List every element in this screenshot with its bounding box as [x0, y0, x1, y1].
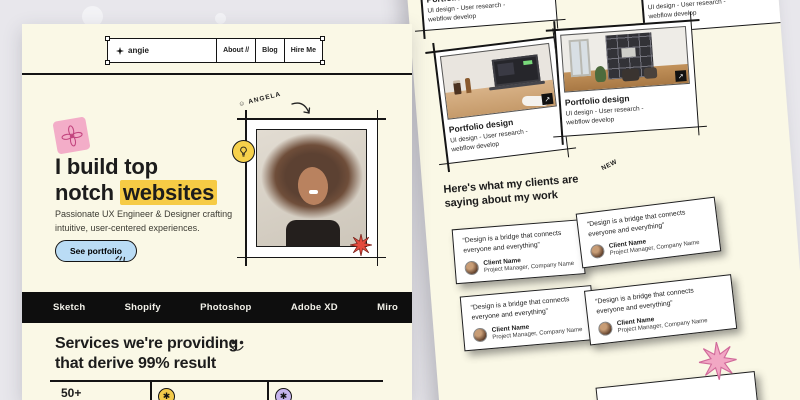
plant	[594, 66, 606, 83]
selection-handle[interactable]	[105, 60, 110, 65]
nav-item-blog-label: Blog	[262, 47, 278, 54]
services-heading-line2: that derive 99% result	[55, 355, 216, 372]
hero-title: I build top notch websites	[55, 154, 217, 205]
nav-item-about-label: About //	[223, 47, 249, 54]
lightbulb-badge	[232, 140, 255, 163]
skill-sketch: Sketch	[53, 302, 85, 313]
smiley-icon	[229, 340, 246, 353]
hero-title-line2: notch	[55, 180, 114, 205]
testimonial-card: “Design is a bridge that connects everyo…	[460, 285, 596, 352]
skill-adobexd: Adobe XD	[291, 302, 338, 313]
testimonial-author: Client Name Project Manager, Company Nam…	[464, 253, 575, 276]
header-divider	[22, 73, 412, 75]
skill-shopify: Shopify	[125, 302, 161, 313]
testimonial-quote: “Design is a bridge that connects everyo…	[470, 294, 583, 324]
selection-handle[interactable]	[105, 36, 110, 41]
frame-line	[237, 257, 386, 259]
workspace-photo: ↗	[440, 43, 557, 120]
photo-label: ☺ ANGELA	[238, 91, 282, 108]
starburst-pink-icon	[697, 341, 738, 382]
subtitle-line2: webflow develop	[428, 13, 476, 24]
sparkle-marks-icon	[114, 248, 127, 261]
screen-detail	[523, 60, 532, 65]
portfolio-card[interactable]: ↗ Portfolio design UI design - User rese…	[554, 20, 699, 137]
frame-line	[377, 110, 379, 266]
new-badge: NEW	[600, 158, 618, 172]
portfolio-card[interactable]: Portfolio design UI design - User resear…	[412, 0, 557, 31]
frame-line	[245, 110, 247, 266]
flower-drawing-icon	[56, 120, 86, 150]
services-heading: Services we're providing that derive 99%…	[55, 334, 238, 373]
right-page: Portfolio design UI design - User resear…	[402, 0, 800, 400]
skill-photoshop: Photoshop	[200, 302, 251, 313]
portrait-smile	[309, 190, 318, 194]
navbar: angie About // Blog Hire Me	[107, 38, 323, 63]
services-table-border	[50, 380, 383, 382]
services-stat: 50+	[61, 386, 81, 400]
services-heading-line1: Services we're providing	[55, 335, 238, 352]
flower-sticker-icon	[52, 116, 90, 154]
hero-title-highlight: websites	[120, 180, 217, 205]
nav-item-hire[interactable]: Hire Me	[284, 39, 322, 62]
background-dot	[215, 13, 226, 24]
portfolio-card[interactable]: ↗ Portfolio design UI design - User rese…	[433, 36, 568, 164]
coffee-glass	[453, 80, 462, 95]
canvas: { "nav": { "logo": "angie", "items": [ {…	[0, 0, 800, 400]
chair	[644, 67, 658, 79]
avatar	[464, 261, 479, 276]
skills-bar: Sketch Shopify Photoshop Adobe XD Miro	[22, 292, 412, 323]
nav-item-hire-label: Hire Me	[291, 47, 316, 54]
hero-description: Passionate UX Engineer & Designer crafti…	[55, 208, 239, 236]
avatar	[590, 244, 606, 260]
testimonial-card: “Design is a bridge that connects everyo…	[576, 197, 722, 269]
star-logo-icon	[116, 47, 124, 55]
card-line	[412, 0, 425, 39]
frame-line	[237, 118, 386, 120]
brand-logo[interactable]: angie	[108, 39, 216, 62]
hero-title-line1: I build top	[55, 154, 158, 179]
nav-item-blog[interactable]: Blog	[255, 39, 284, 62]
subtitle-line2: webflow develop	[566, 117, 614, 127]
external-link-icon[interactable]: ↗	[541, 93, 553, 105]
hero-portrait-photo	[256, 129, 367, 247]
testimonial-card: “Design is a bridge that connects everyo…	[452, 219, 586, 284]
window-mullion	[579, 41, 583, 74]
star-badge-yellow-icon: ✱	[158, 388, 175, 400]
avatar	[598, 321, 613, 336]
interior-photo: ↗	[560, 26, 690, 93]
avatar	[473, 328, 488, 343]
starburst-red-icon	[350, 234, 372, 256]
subtitle-line1: UI design - User research -	[565, 105, 643, 117]
chair	[622, 68, 640, 81]
window	[569, 39, 592, 77]
brand-logo-text: angie	[128, 46, 149, 55]
star-badge-purple-icon: ✱	[275, 388, 292, 400]
selection-handle[interactable]	[320, 60, 325, 65]
shelf-screen	[621, 48, 636, 58]
left-page: angie About // Blog Hire Me I build top …	[22, 24, 412, 400]
portfolio-card-subtitle: UI design - User research - webflow deve…	[648, 0, 777, 22]
nav-item-about[interactable]: About //	[216, 39, 255, 62]
services-table-divider	[150, 380, 152, 400]
screen-detail	[497, 62, 514, 76]
testimonial-quote: “Design is a bridge that connects everyo…	[462, 228, 573, 257]
testimonial-card: “Design is a bridge that connects everyo…	[584, 274, 737, 346]
selection-handle[interactable]	[320, 36, 325, 41]
testimonial-author: Client Name Project Manager, Company Nam…	[473, 319, 586, 343]
arrow-doodle-icon	[290, 100, 314, 120]
portrait-torso	[286, 220, 340, 247]
lightbulb-icon	[237, 145, 250, 158]
external-link-icon[interactable]: ↗	[675, 70, 687, 82]
testimonials-heading: Here's what my clients are saying about …	[443, 172, 580, 211]
services-table-divider	[267, 380, 269, 400]
bottle	[465, 78, 472, 93]
skill-miro: Miro	[377, 302, 398, 313]
